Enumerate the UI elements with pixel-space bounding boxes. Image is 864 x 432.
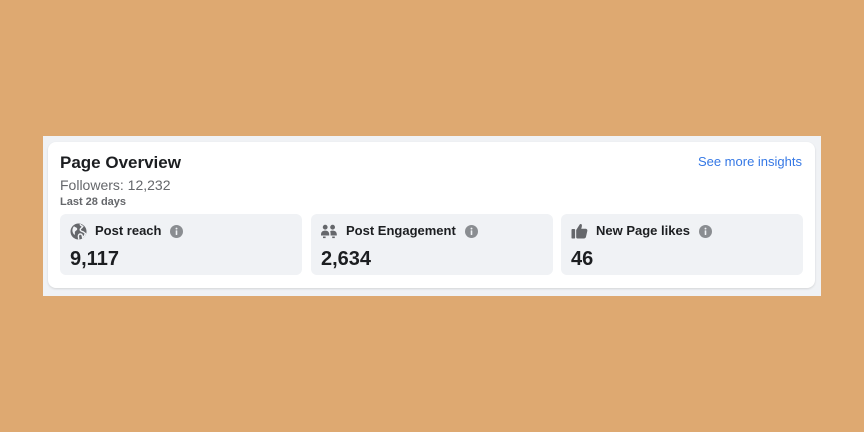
metric-tile-new-page-likes[interactable]: New Page likes 46 (561, 214, 803, 275)
page-title: Page Overview (60, 153, 181, 172)
metric-value: 2,634 (321, 248, 372, 270)
metric-tile-post-engagement[interactable]: Post Engagement 2,634 (311, 214, 553, 275)
see-more-insights-link[interactable]: See more insights (698, 154, 802, 170)
panel-frame: Page Overview Followers: 12,232 Last 28 … (43, 136, 821, 296)
metric-header: New Page likes (570, 222, 712, 240)
followers-count: Followers: 12,232 (60, 177, 171, 193)
metric-label: Post reach (95, 223, 162, 238)
info-icon[interactable] (464, 224, 478, 238)
info-icon[interactable] (698, 224, 712, 238)
date-range-label: Last 28 days (60, 196, 127, 208)
info-icon[interactable] (170, 224, 184, 238)
metric-header: Post reach (69, 222, 184, 240)
page-overview-card: Page Overview Followers: 12,232 Last 28 … (48, 142, 815, 288)
metric-label: New Page likes (596, 223, 690, 238)
people-icon (320, 222, 338, 240)
metric-value: 9,117 (70, 248, 119, 270)
globe-icon (69, 222, 87, 240)
metric-header: Post Engagement (320, 222, 478, 240)
metric-label: Post Engagement (346, 223, 456, 238)
thumbs-up-icon (570, 222, 588, 240)
metric-tile-post-reach[interactable]: Post reach 9,117 (60, 214, 302, 275)
metric-value: 46 (571, 248, 594, 270)
